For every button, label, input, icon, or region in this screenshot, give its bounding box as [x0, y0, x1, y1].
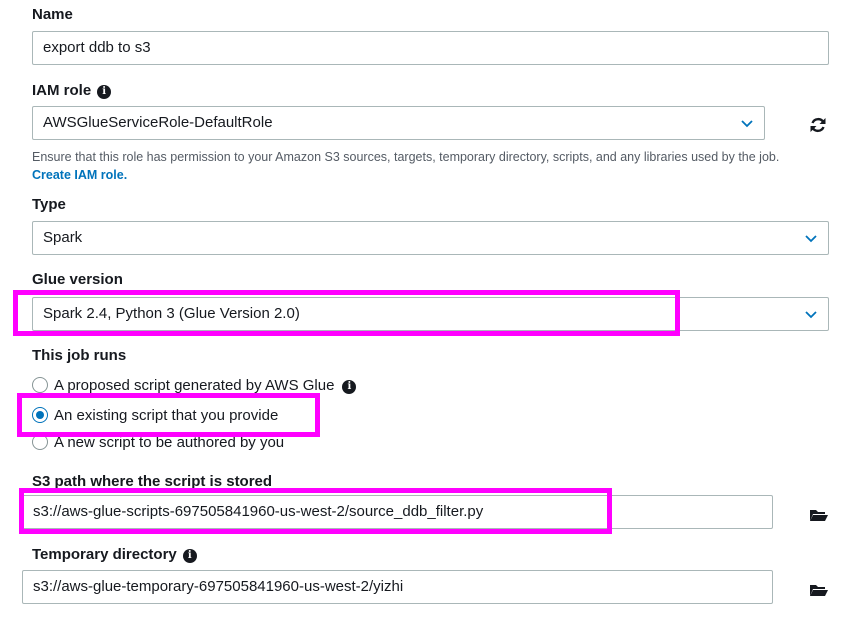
radio-button[interactable]	[32, 434, 48, 450]
info-icon[interactable]: i	[182, 549, 197, 563]
glue-version-select[interactable]: Spark 2.4, Python 3 (Glue Version 2.0)	[32, 297, 829, 331]
temp-dir-label: Temporary directory i	[32, 546, 197, 563]
s3-path-label: S3 path where the script is stored	[32, 473, 273, 490]
glue-version-value: Spark 2.4, Python 3 (Glue Version 2.0)	[43, 305, 300, 322]
radio-button[interactable]	[32, 377, 48, 393]
radio-option-label: An existing script that you provide	[54, 407, 279, 424]
s3-path-input[interactable]: s3://aws-glue-scripts-697505841960-us-we…	[22, 495, 773, 529]
refresh-icon[interactable]	[808, 116, 828, 134]
iam-role-value: AWSGlueServiceRole-DefaultRole	[43, 114, 273, 131]
temp-dir-input[interactable]: s3://aws-glue-temporary-697505841960-us-…	[22, 570, 773, 604]
info-icon[interactable]: i	[97, 85, 112, 99]
radio-button-selected[interactable]	[32, 407, 48, 423]
info-icon[interactable]: i	[342, 380, 357, 394]
type-select[interactable]: Spark	[32, 221, 829, 255]
iam-role-label: IAM role i	[32, 82, 112, 99]
chevron-down-icon	[805, 235, 817, 243]
iam-role-label-text: IAM role	[32, 82, 92, 99]
type-label: Type	[32, 196, 66, 213]
create-iam-role-link[interactable]: Create IAM role.	[32, 168, 127, 182]
radio-option-label: A new script to be authored by you	[54, 434, 285, 451]
radio-option-label: A proposed script generated by AWS Glue	[54, 377, 335, 394]
folder-icon[interactable]	[808, 581, 828, 599]
type-value: Spark	[43, 229, 83, 246]
name-input[interactable]: export ddb to s3	[32, 31, 829, 65]
radio-option-proposed[interactable]: A proposed script generated by AWS Glue i	[32, 377, 357, 394]
iam-role-select[interactable]: AWSGlueServiceRole-DefaultRole	[32, 106, 765, 140]
name-label: Name	[32, 6, 73, 23]
iam-role-help-text: Ensure that this role has permission to …	[32, 150, 780, 164]
folder-icon[interactable]	[808, 506, 828, 524]
glue-version-label: Glue version	[32, 271, 123, 288]
temp-dir-label-text: Temporary directory	[32, 546, 177, 563]
chevron-down-icon	[741, 120, 753, 128]
job-runs-label: This job runs	[32, 347, 127, 364]
radio-option-new[interactable]: A new script to be authored by you	[32, 434, 284, 451]
chevron-down-icon	[805, 311, 817, 319]
radio-option-existing[interactable]: An existing script that you provide	[32, 407, 278, 424]
